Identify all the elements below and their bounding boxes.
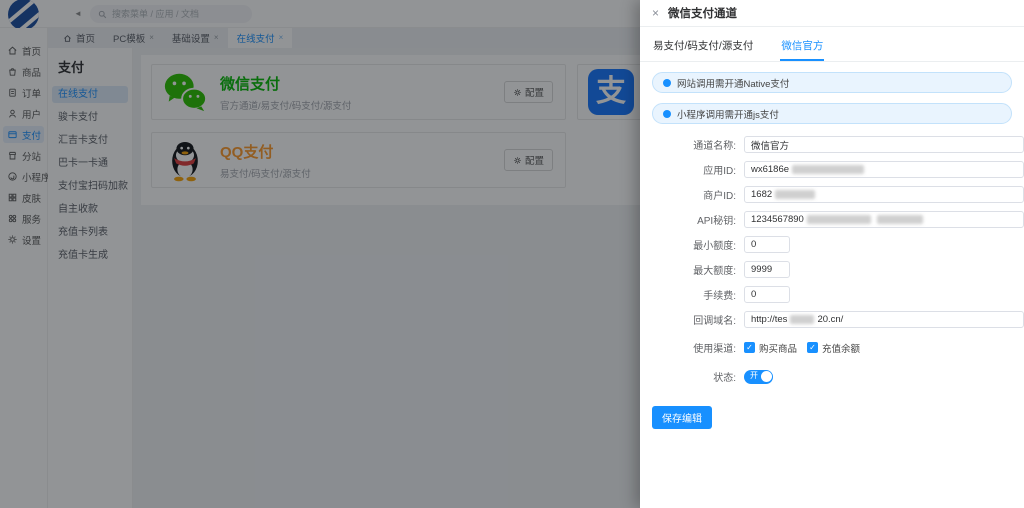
buy-goods-checkbox[interactable]: ✓: [744, 342, 755, 353]
form-row: 应用ID: wx6186e: [640, 161, 1024, 178]
callback-domain-input[interactable]: http://tes 20.cn/: [744, 311, 1024, 328]
redacted-value: [790, 315, 814, 324]
form-row: 通道名称: 微信官方: [640, 136, 1024, 153]
drawer-tab-thirdparty[interactable]: 易支付/码支付/源支付: [652, 32, 754, 61]
form-row: 商户ID: 1682: [640, 186, 1024, 203]
form-row: 回调域名: http://tes 20.cn/: [640, 311, 1024, 328]
app-id-input[interactable]: wx6186e: [744, 161, 1024, 178]
info-icon: [663, 110, 671, 118]
fee-input[interactable]: 0: [744, 286, 790, 303]
redacted-value: [775, 190, 815, 199]
toggle-on-label: 开: [750, 372, 758, 380]
channel-form: 通道名称: 微信官方 应用ID: wx6186e 商户ID: 1682: [640, 136, 1024, 429]
alert-text: 小程序调用需开通js支付: [677, 107, 779, 121]
field-label: 回调域名:: [640, 312, 744, 327]
merchant-id-input[interactable]: 1682: [744, 186, 1024, 203]
native-pay-alert: 网站调用需开通Native支付: [652, 72, 1012, 93]
field-value: 微信官方: [751, 138, 789, 152]
status-toggle[interactable]: 开: [744, 370, 773, 384]
field-label: 商户ID:: [640, 187, 744, 202]
close-icon[interactable]: ×: [652, 7, 659, 19]
field-label: 状态:: [640, 369, 744, 384]
wechat-channel-drawer: × 微信支付通道 易支付/码支付/源支付 微信官方 网站调用需开通Native支…: [640, 0, 1024, 508]
drawer-header: × 微信支付通道: [640, 0, 1024, 27]
field-value: 0: [751, 289, 756, 300]
recharge-balance-checkbox[interactable]: ✓: [807, 342, 818, 353]
field-value: 1234567890: [751, 214, 804, 225]
drawer-tabs: 易支付/码支付/源支付 微信官方: [640, 32, 1024, 62]
field-label: 最小额度:: [640, 237, 744, 252]
field-label: 应用ID:: [640, 162, 744, 177]
form-row: 手续费: 0: [640, 286, 1024, 303]
field-label: 通道名称:: [640, 137, 744, 152]
form-row: 状态: 开: [640, 369, 1024, 384]
field-label: 最大额度:: [640, 262, 744, 277]
field-value: 0: [751, 239, 756, 250]
field-value: 1682: [751, 189, 772, 200]
field-value: 20.cn/: [817, 314, 843, 325]
max-amount-input[interactable]: 9999: [744, 261, 790, 278]
redacted-value: [877, 215, 923, 224]
form-row: 使用渠道: ✓ 购买商品 ✓ 充值余额: [640, 340, 1024, 355]
field-label: 使用渠道:: [640, 340, 744, 355]
drawer-tab-wechat-official[interactable]: 微信官方: [780, 32, 824, 61]
field-value: http://tes: [751, 314, 787, 325]
app-root: ◄ 首页 PC模板 × 基础设置 × 在线支付 × 首页 商品: [0, 0, 1024, 508]
min-amount-input[interactable]: 0: [744, 236, 790, 253]
redacted-value: [807, 215, 871, 224]
info-icon: [663, 79, 671, 87]
checkbox-label: 充值余额: [822, 341, 860, 355]
save-edit-button[interactable]: 保存编辑: [652, 406, 712, 429]
field-value: wx6186e: [751, 164, 789, 175]
checkbox-label: 购买商品: [759, 341, 797, 355]
form-row: API秘钥: 1234567890: [640, 211, 1024, 228]
toggle-knob: [761, 371, 772, 382]
field-label: 手续费:: [640, 287, 744, 302]
drawer-title: 微信支付通道: [668, 5, 737, 21]
redacted-value: [792, 165, 864, 174]
channel-name-input[interactable]: 微信官方: [744, 136, 1024, 153]
js-pay-alert: 小程序调用需开通js支付: [652, 103, 1012, 124]
form-row: 最小额度: 0: [640, 236, 1024, 253]
alert-text: 网站调用需开通Native支付: [677, 76, 789, 90]
field-label: API秘钥:: [640, 212, 744, 227]
api-secret-input[interactable]: 1234567890: [744, 211, 1024, 228]
form-row: 最大额度: 9999: [640, 261, 1024, 278]
field-value: 9999: [751, 264, 772, 275]
